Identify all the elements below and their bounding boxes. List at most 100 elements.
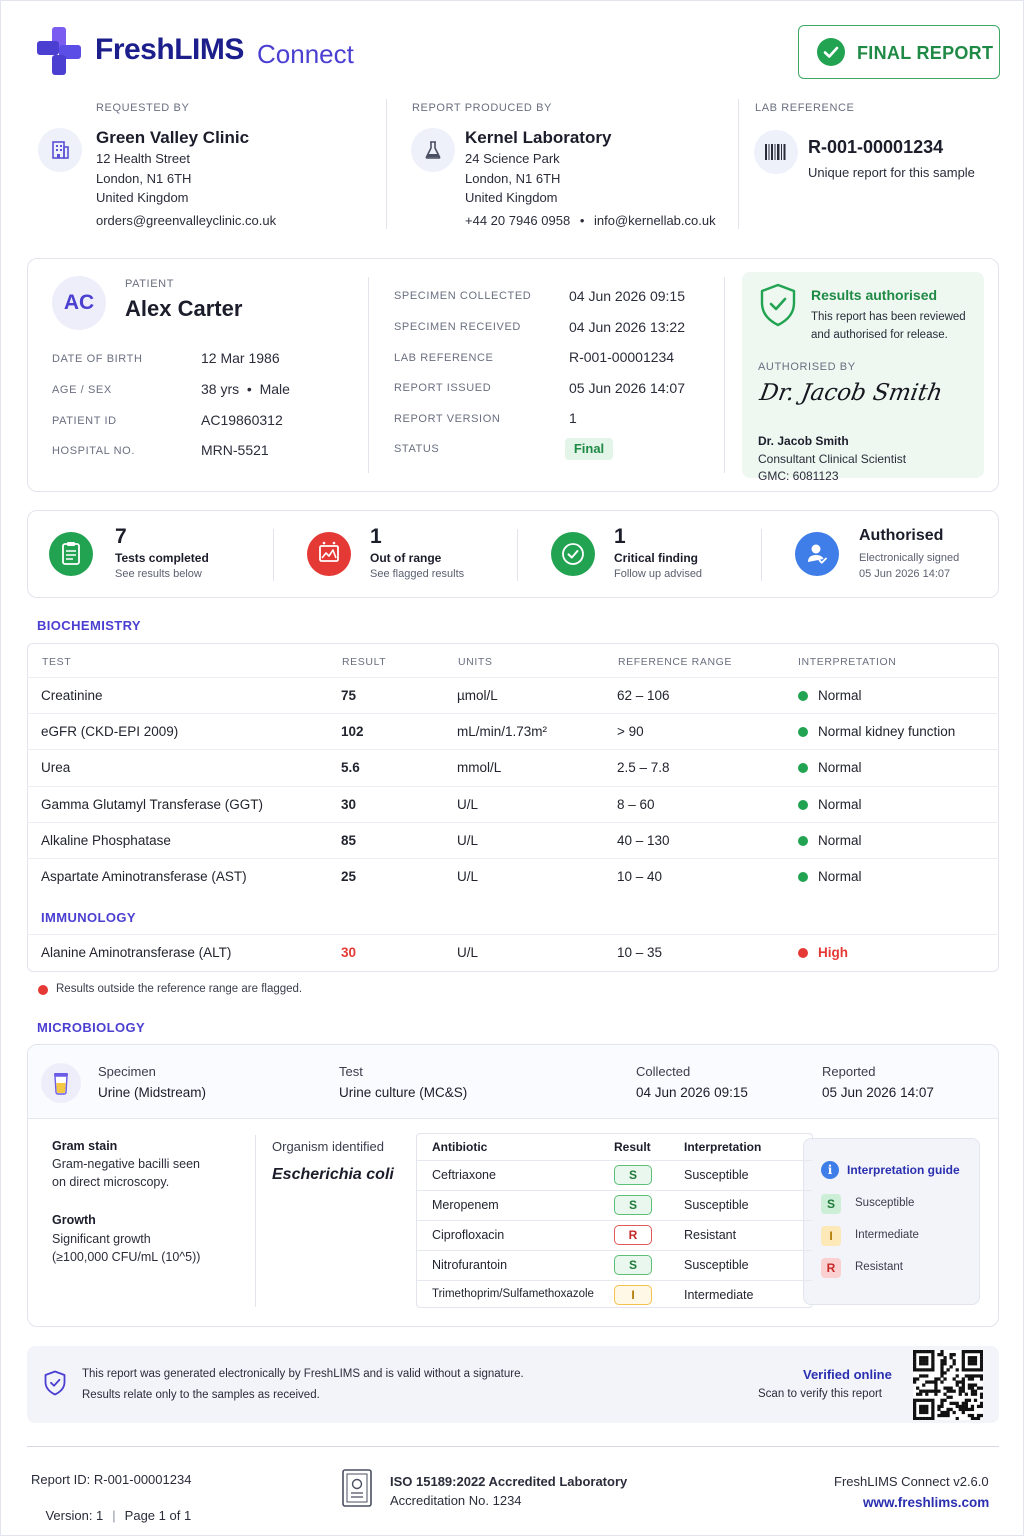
guide-code-r: R — [821, 1258, 841, 1278]
organism-label: Organism identified — [272, 1139, 384, 1154]
collected-value: 04 Jun 2026 09:15 — [636, 1085, 748, 1100]
accreditation-title: ISO 15189:2022 Accredited Laboratory — [390, 1474, 628, 1489]
status-dot-icon — [798, 727, 808, 737]
shield-check-icon — [758, 283, 798, 327]
final-report-badge: FINAL REPORT — [798, 25, 1000, 79]
test-name: Aspartate Aminotransferase (AST) — [41, 869, 247, 884]
status-label: STATUS — [394, 443, 440, 455]
footer-version-page: Version: 1 | Page 1 of 1 — [45, 1508, 192, 1523]
auth-gmc: GMC: 6081123 — [758, 469, 839, 483]
barcode-icon — [754, 130, 798, 174]
antibiotic-name: Meropenem — [432, 1198, 499, 1212]
notice-line-2: Results relate only to the samples as re… — [82, 1389, 320, 1401]
notice-band: This report was generated electronically… — [27, 1346, 999, 1423]
brand-name: FreshLIMS — [95, 33, 244, 66]
patient-card: AC PATIENT Alex Carter DATE OF BIRTH 12 … — [27, 258, 999, 492]
test-result: 102 — [341, 724, 364, 739]
guide-title: Interpretation guide — [847, 1163, 960, 1177]
test-result: 5.6 — [341, 760, 360, 775]
requester-email[interactable]: orders@greenvalleyclinic.co.uk — [96, 211, 276, 231]
user-check-icon — [795, 532, 839, 576]
reported-value: 05 Jun 2026 14:07 — [822, 1085, 934, 1100]
test-units: U/L — [457, 797, 479, 812]
test-interpretation: Normal kidney function — [818, 724, 956, 739]
growth-title: Growth — [52, 1213, 96, 1227]
authorised-time: 05 Jun 2026 14:07 — [859, 568, 951, 580]
requester-address: 12 Health Street London, N1 6TH United K… — [96, 151, 192, 205]
table-row-flagged: Alanine Aminotransferase (ALT) 30 U/L 10 – … — [27, 934, 999, 970]
test-result: 75 — [341, 688, 357, 703]
out-of-range-sub[interactable]: See flagged results — [370, 568, 464, 580]
table-row: Alkaline Phosphatase 85 U/L 40 – 130 Normal — [27, 822, 999, 858]
critical-check-icon — [551, 532, 595, 576]
website-link[interactable]: www.freshlims.com — [863, 1495, 989, 1510]
qr-code-icon[interactable] — [913, 1350, 984, 1421]
microbiology-heading: MICROBIOLOGY — [37, 1020, 146, 1035]
summary-strip: 7 Tests completed See results below 1 Ou… — [27, 510, 999, 598]
critical-finding-sub: Follow up advised — [614, 568, 703, 580]
lab-phone[interactable]: +44 20 7946 0958 — [465, 213, 570, 228]
building-icon — [38, 128, 82, 172]
abx-col-antibiotic: Antibiotic — [432, 1140, 488, 1154]
antibiotic-interpretation: Susceptible — [684, 1198, 749, 1212]
immunology-heading: IMMUNOLOGY — [41, 910, 136, 925]
tests-completed-count: 7 — [115, 525, 127, 548]
microbiology-card: Specimen Urine (Midstream) Test Urine cu… — [27, 1044, 999, 1327]
test-name: eGFR (CKD-EPI 2009) — [41, 724, 179, 739]
authorised-title: Authorised — [859, 527, 944, 544]
status-dot-icon — [798, 836, 808, 846]
gram-stain-title: Gram stain — [52, 1139, 118, 1153]
status-dot-icon — [798, 800, 808, 810]
report-issued-value: 05 Jun 2026 14:07 — [569, 380, 685, 396]
test-units: U/L — [457, 945, 479, 960]
test-result: 85 — [341, 833, 357, 848]
test-value: Urine culture (MC&S) — [339, 1085, 468, 1100]
specimen-labref-value: R-001-00001234 — [569, 349, 675, 365]
test-range: 10 – 35 — [617, 945, 663, 960]
tests-completed-sub: See results below — [115, 568, 202, 580]
lab-contact: +44 20 7946 0958 • info@kernellab.co.uk — [465, 213, 716, 228]
reported-label: Reported — [822, 1064, 876, 1079]
specimen-label: Specimen — [98, 1064, 156, 1079]
status-badge: Final — [565, 438, 613, 460]
out-of-range-icon — [307, 532, 351, 576]
test-interpretation: Normal — [818, 760, 862, 775]
lab-email[interactable]: info@kernellab.co.uk — [594, 213, 716, 228]
requested-by-label: REQUESTED BY — [96, 102, 190, 114]
test-name: Urea — [41, 760, 71, 775]
test-range: 62 – 106 — [617, 688, 670, 703]
col-test: TEST — [42, 656, 72, 668]
biochemistry-heading: BIOCHEMISTRY — [37, 618, 141, 633]
report-version-label: REPORT VERSION — [394, 413, 501, 425]
verify-title[interactable]: Verified online — [803, 1367, 892, 1382]
test-label: Test — [339, 1064, 363, 1079]
col-units: UNITS — [458, 656, 493, 668]
authorisation-panel: Results authorised This report has been … — [742, 272, 984, 483]
status-dot-icon — [798, 948, 808, 958]
test-range: 2.5 – 7.8 — [617, 760, 670, 775]
notice-line-1: This report was generated electronically… — [82, 1368, 524, 1380]
guide-label-i: Intermediate — [855, 1229, 919, 1241]
auth-role: Consultant Clinical Scientist — [758, 452, 907, 466]
antibiotic-interpretation: Susceptible — [684, 1168, 749, 1182]
guide-label-s: Susceptible — [855, 1197, 915, 1209]
status-dot-icon — [798, 872, 808, 882]
collected-label: Collected — [636, 1064, 691, 1079]
col-interpretation: INTERPRETATION — [798, 656, 897, 668]
antibiotic-interpretation: Intermediate — [684, 1288, 754, 1302]
age-sex-value: 38 yrs • Male — [201, 381, 290, 397]
status-dot-icon — [798, 763, 808, 773]
test-name: Gamma Glutamyl Transferase (GGT) — [41, 797, 264, 812]
specimen-received-value: 04 Jun 2026 13:22 — [569, 319, 685, 335]
col-range: REFERENCE RANGE — [618, 656, 733, 668]
table-row: Creatinine 75 µmol/L 62 – 106 Normal — [27, 677, 999, 713]
test-name: Alanine Aminotransferase (ALT) — [41, 945, 232, 960]
check-circle-icon — [817, 38, 845, 66]
clipboard-icon — [49, 532, 93, 576]
test-result: 25 — [341, 869, 357, 884]
auth-by-label: AUTHORISED BY — [758, 361, 856, 373]
antibiotic-interpretation: Resistant — [684, 1228, 737, 1242]
logo-mark-icon — [37, 27, 83, 75]
certificate-icon — [341, 1468, 373, 1508]
antibiotic-name: Trimethoprim/Sulfamethoxazole — [432, 1288, 594, 1300]
